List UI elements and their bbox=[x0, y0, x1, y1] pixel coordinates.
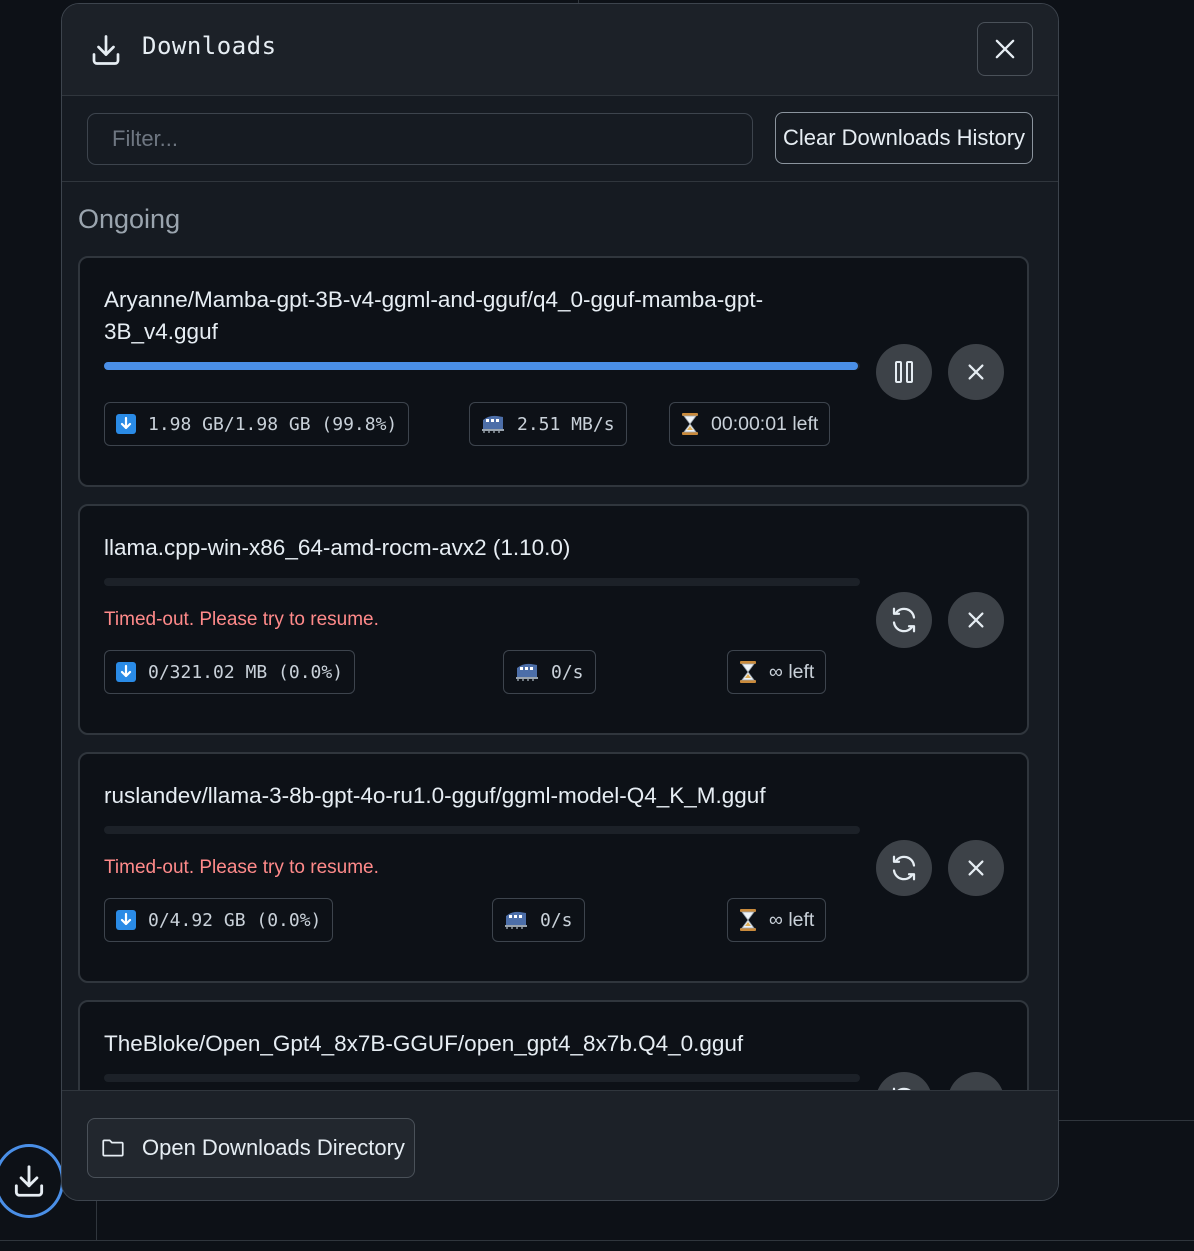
section-title: Ongoing bbox=[78, 204, 181, 234]
status-message: Timed-out. Please try to resume. bbox=[104, 857, 379, 878]
speed-pill: 2.51 MB/s bbox=[469, 402, 627, 446]
modal-header: Downloads bbox=[62, 4, 1058, 96]
download-title: ruslandev/llama-3-8b-gpt-4o-ru1.0-gguf/g… bbox=[104, 783, 766, 808]
download-icon bbox=[92, 35, 120, 65]
size-pill: 0/4.92 GB (0.0%) bbox=[104, 898, 334, 942]
progress-bar bbox=[104, 578, 860, 586]
pause-icon bbox=[895, 361, 913, 383]
speed-pill: 0/s bbox=[492, 898, 585, 942]
eta-pill: 00:00:01 left bbox=[669, 402, 831, 446]
progress-bar bbox=[104, 362, 860, 370]
download-title: TheBloke/Open_Gpt4_8x7B-GGUF/open_gpt4_8… bbox=[104, 1031, 744, 1056]
resume-button[interactable] bbox=[876, 840, 932, 896]
train-icon bbox=[481, 414, 505, 434]
background-divider-right bbox=[1059, 1120, 1194, 1121]
resume-button[interactable] bbox=[876, 1072, 932, 1090]
speed-text: 2.51 MB/s bbox=[517, 413, 615, 435]
open-downloads-directory-button[interactable]: Open Downloads Directory bbox=[87, 1118, 415, 1178]
modal-footer: Open Downloads Directory bbox=[62, 1090, 1058, 1200]
cancel-download-button[interactable] bbox=[948, 592, 1004, 648]
close-icon bbox=[968, 612, 984, 628]
size-text: 0/321.02 MB (0.0%) bbox=[148, 661, 344, 683]
open-dir-label: Open Downloads Directory bbox=[142, 1135, 405, 1160]
download-card: Aryanne/Mamba-gpt-3B-v4-ggml-and-gguf/q4… bbox=[78, 256, 1029, 487]
progress-bar bbox=[104, 826, 860, 834]
status-message: Timed-out. Please try to resume. bbox=[104, 609, 379, 630]
clear-history-button[interactable]: Clear Downloads History bbox=[775, 112, 1033, 164]
close-icon bbox=[995, 39, 1015, 59]
download-card: TheBloke/Open_Gpt4_8x7B-GGUF/open_gpt4_8… bbox=[78, 1000, 1029, 1090]
down-arrow-box-icon bbox=[116, 414, 136, 434]
downloads-list[interactable]: Ongoing Aryanne/Mamba-gpt-3B-v4-ggml-and… bbox=[62, 182, 1058, 1090]
toolbar: Clear Downloads History bbox=[62, 96, 1058, 182]
cancel-download-button[interactable] bbox=[948, 840, 1004, 896]
refresh-icon bbox=[892, 855, 916, 881]
eta-pill: ∞ left bbox=[727, 650, 827, 694]
eta-pill: ∞ left bbox=[727, 898, 827, 942]
refresh-icon bbox=[892, 607, 916, 633]
downloads-fab-button[interactable] bbox=[0, 1144, 64, 1218]
cancel-download-button[interactable] bbox=[948, 1072, 1004, 1090]
pause-button[interactable] bbox=[876, 344, 932, 400]
download-title: llama.cpp-win-x86_64-amd-rocm-avx2 (1.10… bbox=[104, 535, 571, 560]
eta-text: ∞ left bbox=[769, 660, 815, 683]
size-text: 0/4.92 GB (0.0%) bbox=[148, 909, 322, 931]
downloads-modal: Downloads Clear Downloads History Ongoin… bbox=[61, 3, 1059, 1201]
down-arrow-box-icon bbox=[116, 910, 136, 930]
progress-bar bbox=[104, 1074, 860, 1082]
train-icon bbox=[504, 910, 528, 930]
cancel-download-button[interactable] bbox=[948, 344, 1004, 400]
download-card: ruslandev/llama-3-8b-gpt-4o-ru1.0-gguf/g… bbox=[78, 752, 1029, 983]
speed-text: 0/s bbox=[540, 909, 573, 931]
download-icon bbox=[14, 1165, 44, 1197]
close-icon bbox=[968, 860, 984, 876]
down-arrow-box-icon bbox=[116, 662, 136, 682]
download-card: llama.cpp-win-x86_64-amd-rocm-avx2 (1.10… bbox=[78, 504, 1029, 735]
size-text: 1.98 GB/1.98 GB (99.8%) bbox=[148, 413, 398, 435]
eta-text: 00:00:01 left bbox=[711, 412, 819, 435]
speed-pill: 0/s bbox=[503, 650, 596, 694]
size-pill: 0/321.02 MB (0.0%) bbox=[104, 650, 356, 694]
filter-input[interactable] bbox=[87, 113, 753, 165]
speed-text: 0/s bbox=[551, 661, 584, 683]
close-icon bbox=[968, 364, 984, 380]
hourglass-icon bbox=[739, 909, 757, 931]
background-divider-vertical bbox=[96, 1200, 97, 1241]
train-icon bbox=[515, 662, 539, 682]
modal-title: Downloads bbox=[142, 32, 277, 60]
background-divider-bottom bbox=[0, 1240, 1194, 1241]
progress-fill bbox=[104, 362, 859, 370]
hourglass-icon bbox=[739, 661, 757, 683]
download-title: Aryanne/Mamba-gpt-3B-v4-ggml-and-gguf/q4… bbox=[104, 287, 764, 344]
resume-button[interactable] bbox=[876, 592, 932, 648]
folder-icon bbox=[102, 1139, 124, 1157]
close-modal-button[interactable] bbox=[977, 22, 1033, 76]
hourglass-icon bbox=[681, 413, 699, 435]
eta-text: ∞ left bbox=[769, 908, 815, 931]
size-pill: 1.98 GB/1.98 GB (99.8%) bbox=[104, 402, 410, 446]
